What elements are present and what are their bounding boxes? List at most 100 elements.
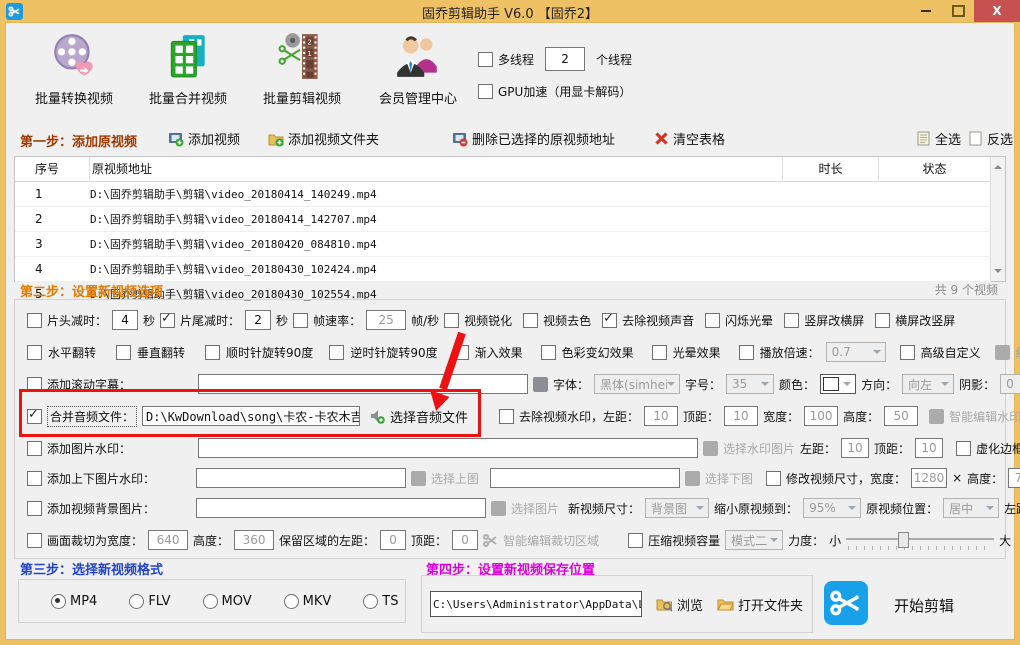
table-row[interactable]: 1 D:\固乔剪辑助手\剪辑\video_20180414_140249.mp4	[15, 182, 991, 207]
save-path-input[interactable]: C:\Users\Administrator\AppData\Lo	[430, 591, 642, 617]
trim-tail-input[interactable]: 2	[245, 310, 272, 330]
topbottom-watermark-checkbox[interactable]	[27, 470, 42, 486]
fadein-checkbox[interactable]	[453, 344, 469, 360]
batch-edit-button[interactable]: 21 批量剪辑视频	[242, 31, 362, 107]
image-watermark-input[interactable]	[198, 438, 699, 458]
multithread-checkbox[interactable]	[478, 51, 493, 67]
add-video-folder-button[interactable]: 添加视频文件夹	[268, 129, 379, 148]
framerate-checkbox[interactable]	[293, 312, 309, 328]
trim-head-input[interactable]: 4	[112, 310, 139, 330]
smart-crop-button[interactable]: 智能编辑裁切区域	[503, 532, 599, 549]
fontsize-select[interactable]: 35	[726, 374, 775, 394]
slider-thumb[interactable]	[898, 532, 910, 548]
add-video-button[interactable]: 添加视频	[168, 129, 240, 148]
colorfx-checkbox[interactable]	[540, 344, 556, 360]
crop-width-input[interactable]: 640	[148, 530, 189, 550]
vflip-checkbox[interactable]	[116, 344, 132, 360]
format-mkv[interactable]: MKV	[283, 593, 331, 609]
direction-select[interactable]: 向左	[902, 374, 955, 394]
clear-table-button[interactable]: 清空表格	[654, 129, 725, 148]
wm-left-input[interactable]: 10	[644, 406, 679, 426]
scroll-subtitle-input[interactable]	[198, 374, 529, 394]
advanced-checkbox[interactable]	[899, 344, 915, 360]
image-watermark-checkbox[interactable]	[27, 440, 42, 456]
compress-mode-select[interactable]: 模式二	[725, 530, 784, 550]
gpu-checkbox[interactable]	[478, 84, 493, 99]
mkv-radio[interactable]	[283, 593, 299, 609]
crop-height-input[interactable]: 360	[234, 530, 275, 550]
flv-radio[interactable]	[129, 593, 145, 609]
batch-convert-button[interactable]: 批量转换视频	[14, 31, 134, 107]
open-folder-button[interactable]: 打开文件夹	[717, 595, 803, 614]
trim-head-checkbox[interactable]	[27, 312, 42, 328]
playspeed-select[interactable]: 0.7	[825, 342, 886, 362]
keep-left-input[interactable]: 0	[380, 530, 407, 550]
wm-top-input[interactable]: 10	[724, 406, 759, 426]
choose-audio-button[interactable]: 选择音频文件	[390, 407, 468, 426]
minimize-button[interactable]	[910, 0, 942, 22]
font-select[interactable]: 黑体(simhei)	[594, 374, 681, 394]
compress-checkbox[interactable]	[628, 532, 644, 548]
choose-bottom-image-button[interactable]: 选择下图	[705, 470, 753, 487]
hflip-checkbox[interactable]	[27, 344, 42, 360]
scroll-down-icon[interactable]	[994, 269, 1002, 277]
merge-audio-checkbox[interactable]	[27, 407, 42, 424]
keep-top-input[interactable]: 0	[452, 530, 479, 550]
top-image-input[interactable]	[196, 468, 407, 488]
scroll-subtitle-checkbox[interactable]	[27, 376, 42, 392]
resize-width-input[interactable]: 1280	[911, 468, 948, 488]
sharpen-checkbox[interactable]	[444, 312, 460, 328]
remove-watermark-checkbox[interactable]	[499, 408, 515, 424]
format-mov[interactable]: MOV	[202, 593, 252, 609]
edit-button[interactable]: 编辑	[1016, 344, 1020, 361]
mov-radio[interactable]	[202, 593, 218, 609]
resize-checkbox[interactable]	[766, 470, 782, 486]
playspeed-checkbox[interactable]	[738, 344, 754, 360]
halofx-checkbox[interactable]	[651, 344, 667, 360]
table-row[interactable]: 2 D:\固乔剪辑助手\剪辑\video_20180414_142707.mp4	[15, 207, 991, 232]
choose-bg-image-button[interactable]: 选择图片	[511, 500, 559, 517]
wm-height-input[interactable]: 50	[884, 406, 919, 426]
batch-merge-button[interactable]: 批量合并视频	[128, 31, 248, 107]
merge-audio-path-input[interactable]: D:\KwDownload\song\卡农-卡农木吉他指	[142, 406, 361, 426]
shrink-select[interactable]: 95%	[803, 498, 862, 518]
wm-img-left-input[interactable]: 10	[841, 438, 870, 458]
choose-watermark-button[interactable]: 选择水印图片	[723, 440, 795, 457]
ts-radio[interactable]	[363, 593, 379, 609]
table-scrollbar[interactable]	[990, 157, 1005, 281]
new-size-select[interactable]: 背景图	[645, 498, 710, 518]
bg-image-input[interactable]	[196, 498, 487, 518]
table-row[interactable]: 4 D:\固乔剪辑助手\剪辑\video_20180430_102424.mp4	[15, 257, 991, 282]
resize-height-input[interactable]: 720	[1008, 468, 1020, 488]
trim-tail-checkbox[interactable]	[160, 311, 176, 328]
wm-width-input[interactable]: 100	[804, 406, 839, 426]
bg-image-checkbox[interactable]	[27, 500, 42, 516]
compress-strength-slider[interactable]	[846, 530, 995, 550]
crop-checkbox[interactable]	[27, 532, 42, 548]
start-scissors-icon[interactable]	[824, 581, 868, 625]
position-select[interactable]: 居中	[943, 498, 1000, 518]
start-edit-button[interactable]: 开始剪辑	[894, 595, 954, 616]
format-ts[interactable]: TS	[363, 593, 398, 609]
flicker-checkbox[interactable]	[705, 312, 721, 328]
mute-checkbox[interactable]	[602, 311, 618, 328]
member-center-button[interactable]: 会员管理中心	[358, 31, 478, 107]
remove-selected-button[interactable]: 删除已选择的原视频地址	[452, 129, 615, 148]
format-flv[interactable]: FLV	[129, 593, 171, 609]
framerate-input[interactable]: 25	[366, 310, 407, 330]
color-picker[interactable]	[820, 374, 857, 394]
shadow-select[interactable]: 0	[1000, 374, 1020, 394]
decolor-checkbox[interactable]	[523, 312, 539, 328]
rotate-ccw-checkbox[interactable]	[329, 344, 345, 360]
blur-border-checkbox[interactable]	[956, 440, 972, 456]
bottom-image-input[interactable]	[490, 468, 681, 488]
maximize-button[interactable]	[942, 0, 974, 22]
browse-button[interactable]: 浏览	[656, 595, 703, 614]
format-mp4[interactable]: MP4	[51, 593, 97, 609]
rotate-cw-checkbox[interactable]	[205, 344, 221, 360]
smart-watermark-button[interactable]: 智能编辑水印位置	[949, 408, 1020, 425]
table-row[interactable]: 3 D:\固乔剪辑助手\剪辑\video_20180420_084810.mp4	[15, 232, 991, 257]
select-all-button[interactable]: 全选	[916, 129, 961, 148]
choose-top-image-button[interactable]: 选择上图	[431, 470, 479, 487]
wm-img-top-input[interactable]: 10	[915, 438, 944, 458]
